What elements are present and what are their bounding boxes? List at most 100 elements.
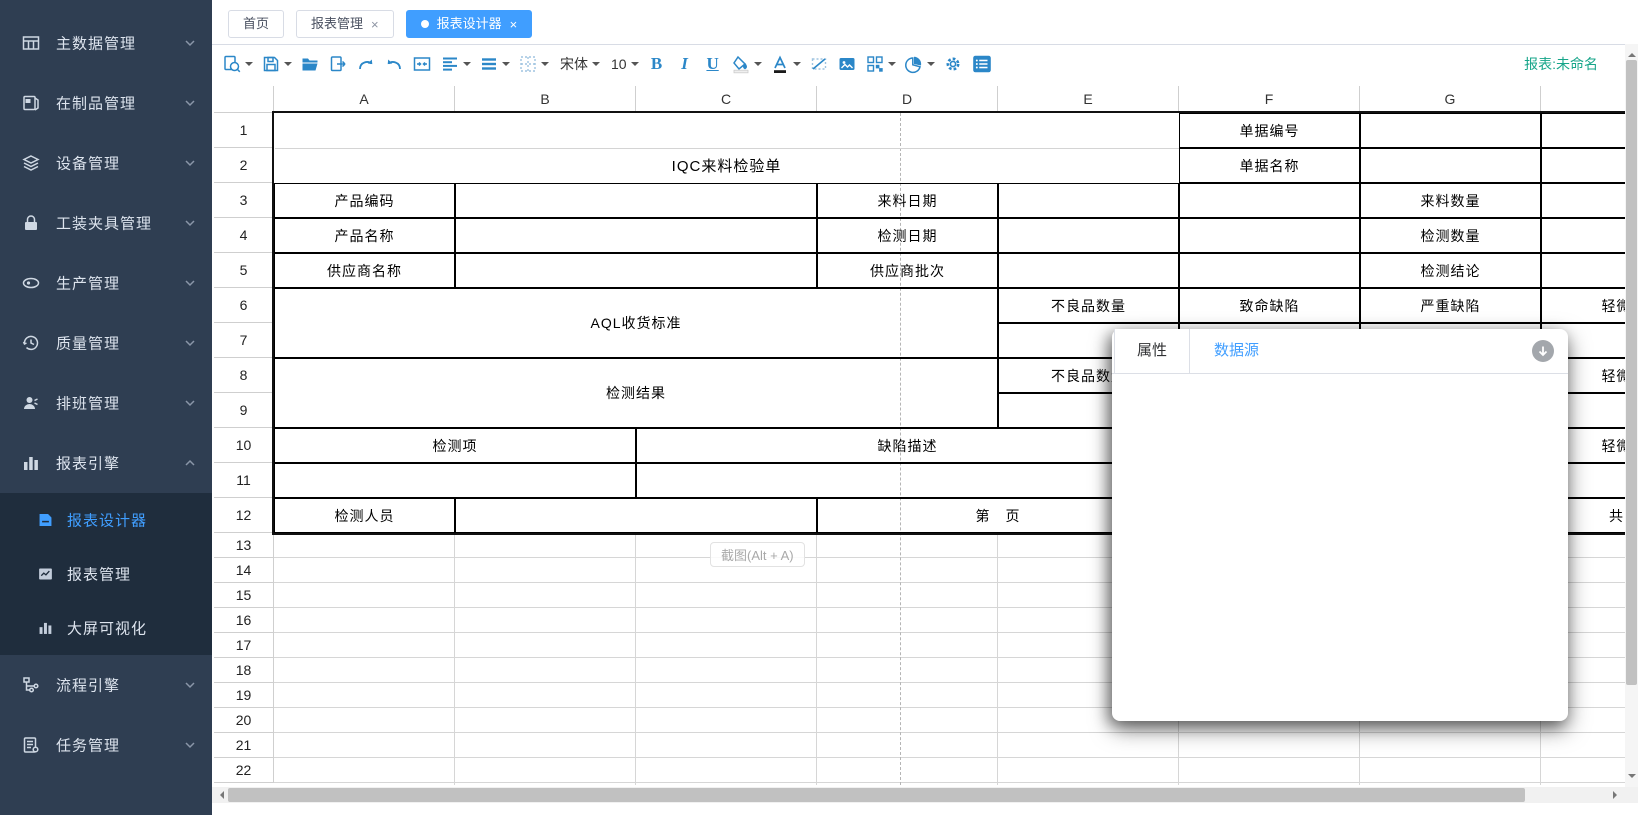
vertical-scrollbar[interactable] <box>1625 44 1638 787</box>
merge-cells-button[interactable] <box>409 49 435 79</box>
sidebar-item-report-engine[interactable]: 报表引擎 <box>0 433 212 493</box>
close-icon[interactable]: × <box>510 18 518 31</box>
row-header-2[interactable]: 2 <box>214 148 274 183</box>
tab-report-designer[interactable]: 报表设计器× <box>406 10 533 38</box>
cell-e6-label[interactable]: 不良品数量 <box>998 288 1179 323</box>
cell-h5[interactable] <box>1541 253 1625 288</box>
row-header-17[interactable]: 17 <box>214 633 274 658</box>
fill-color-button[interactable] <box>728 49 765 79</box>
borders-button[interactable] <box>515 49 552 79</box>
font-size-select[interactable]: 10 <box>605 49 642 79</box>
row-header-11[interactable]: 11 <box>214 463 274 498</box>
row-header-12[interactable]: 12 <box>214 498 274 533</box>
column-header-F[interactable]: F <box>1179 86 1360 113</box>
cell-f2-label[interactable]: 单据名称 <box>1179 148 1360 183</box>
row-header-19[interactable]: 19 <box>214 683 274 708</box>
font-color-button[interactable] <box>767 49 804 79</box>
sidebar-item-process-engine[interactable]: 流程引擎 <box>0 655 212 715</box>
cell-g6-label[interactable]: 严重缺陷 <box>1360 288 1541 323</box>
sheet-corner-cell[interactable] <box>214 86 274 113</box>
cell-a3-label[interactable]: 产品编码 <box>274 183 455 218</box>
cell-h1[interactable] <box>1541 113 1625 148</box>
sidebar-item-report-management[interactable]: 报表管理 <box>0 547 212 601</box>
form-list-button[interactable] <box>968 49 996 79</box>
cell-b3c3[interactable] <box>455 183 817 218</box>
cell-g1[interactable] <box>1360 113 1541 148</box>
sidebar-item-production[interactable]: 生产管理 <box>0 253 212 313</box>
close-icon[interactable]: × <box>371 18 379 31</box>
sidebar-item-tooling[interactable]: 工装夹具管理 <box>0 193 212 253</box>
column-header-A[interactable]: A <box>274 86 455 113</box>
preview-button[interactable] <box>219 49 256 79</box>
row-header-21[interactable]: 21 <box>214 733 274 758</box>
cell-d4-label[interactable]: 检测日期 <box>817 218 998 253</box>
cell-aql-label[interactable]: AQL收货标准 <box>274 288 998 358</box>
panel-tab-datasource[interactable]: 数据源 <box>1204 329 1269 373</box>
export-button[interactable] <box>325 49 351 79</box>
sidebar-item-wip[interactable]: 在制品管理 <box>0 73 212 133</box>
row-header-5[interactable]: 5 <box>214 253 274 288</box>
cell-f1-label[interactable]: 单据编号 <box>1179 113 1360 148</box>
cell-checkitem-label[interactable]: 检测项 <box>274 428 636 463</box>
sidebar-item-scheduling[interactable]: 排班管理 <box>0 373 212 433</box>
cell-c11e11[interactable] <box>636 463 1179 498</box>
horizontal-scrollbar-thumb[interactable] <box>228 788 1525 802</box>
cell-f3[interactable] <box>1179 183 1360 218</box>
column-header-B[interactable]: B <box>455 86 636 113</box>
settings-button[interactable] <box>940 49 966 79</box>
scroll-down-icon[interactable] <box>1628 774 1636 782</box>
redo-button[interactable] <box>353 49 379 79</box>
cell-h3[interactable] <box>1541 183 1625 218</box>
sidebar-item-task-management[interactable]: 任务管理 <box>0 715 212 775</box>
cell-h2[interactable] <box>1541 148 1625 183</box>
row-header-7[interactable]: 7 <box>214 323 274 358</box>
sidebar-item-master-data[interactable]: 主数据管理 <box>0 13 212 73</box>
cell-b12c12[interactable] <box>455 498 817 533</box>
chart-button[interactable] <box>901 49 938 79</box>
panel-tab-properties[interactable]: 属性 <box>1114 329 1190 373</box>
open-button[interactable] <box>297 49 323 79</box>
row-header-13[interactable]: 13 <box>214 533 274 558</box>
cell-e5[interactable] <box>998 253 1179 288</box>
sidebar-item-equipment[interactable]: 设备管理 <box>0 133 212 193</box>
collapse-panel-button[interactable] <box>1532 340 1554 362</box>
row-header-20[interactable]: 20 <box>214 708 274 733</box>
row-header-15[interactable]: 15 <box>214 583 274 608</box>
cell-d3-label[interactable]: 来料日期 <box>817 183 998 218</box>
row-header-16[interactable]: 16 <box>214 608 274 633</box>
sidebar-item-quality[interactable]: 质量管理 <box>0 313 212 373</box>
row-header-6[interactable]: 6 <box>214 288 274 323</box>
cell-h4[interactable] <box>1541 218 1625 253</box>
save-button[interactable] <box>258 49 295 79</box>
italic-button[interactable]: I <box>672 49 698 79</box>
column-header-H[interactable]: H <box>1541 86 1625 113</box>
vertical-scrollbar-thumb[interactable] <box>1626 60 1637 685</box>
font-family-select[interactable]: 宋体 <box>554 49 603 79</box>
cell-defectdesc-label[interactable]: 缺陷描述 <box>636 428 1179 463</box>
cell-result-label[interactable]: 检测结果 <box>274 358 998 428</box>
sidebar-item-big-screen[interactable]: 大屏可视化 <box>0 601 212 655</box>
scroll-up-icon[interactable] <box>1628 49 1636 57</box>
horizontal-scrollbar[interactable] <box>212 787 1625 803</box>
qrcode-button[interactable] <box>862 49 899 79</box>
row-header-10[interactable]: 10 <box>214 428 274 463</box>
cell-e3[interactable] <box>998 183 1179 218</box>
column-header-D[interactable]: D <box>817 86 998 113</box>
row-header-14[interactable]: 14 <box>214 558 274 583</box>
cell-f4[interactable] <box>1179 218 1360 253</box>
scroll-left-icon[interactable] <box>216 791 224 799</box>
cell-b4c4[interactable] <box>455 218 817 253</box>
cell-g2[interactable] <box>1360 148 1541 183</box>
row-header-3[interactable]: 3 <box>214 183 274 218</box>
row-header-22[interactable]: 22 <box>214 758 274 783</box>
column-header-G[interactable]: G <box>1360 86 1541 113</box>
cell-a4-label[interactable]: 产品名称 <box>274 218 455 253</box>
cell-d5-label[interactable]: 供应商批次 <box>817 253 998 288</box>
align-button[interactable] <box>437 49 474 79</box>
cell-f6-label[interactable]: 致命缺陷 <box>1179 288 1360 323</box>
tab-report-management[interactable]: 报表管理× <box>296 10 394 38</box>
column-header-C[interactable]: C <box>636 86 817 113</box>
tab-home[interactable]: 首页 <box>228 10 284 38</box>
scroll-right-icon[interactable] <box>1613 791 1621 799</box>
cell-a11b11[interactable] <box>274 463 636 498</box>
